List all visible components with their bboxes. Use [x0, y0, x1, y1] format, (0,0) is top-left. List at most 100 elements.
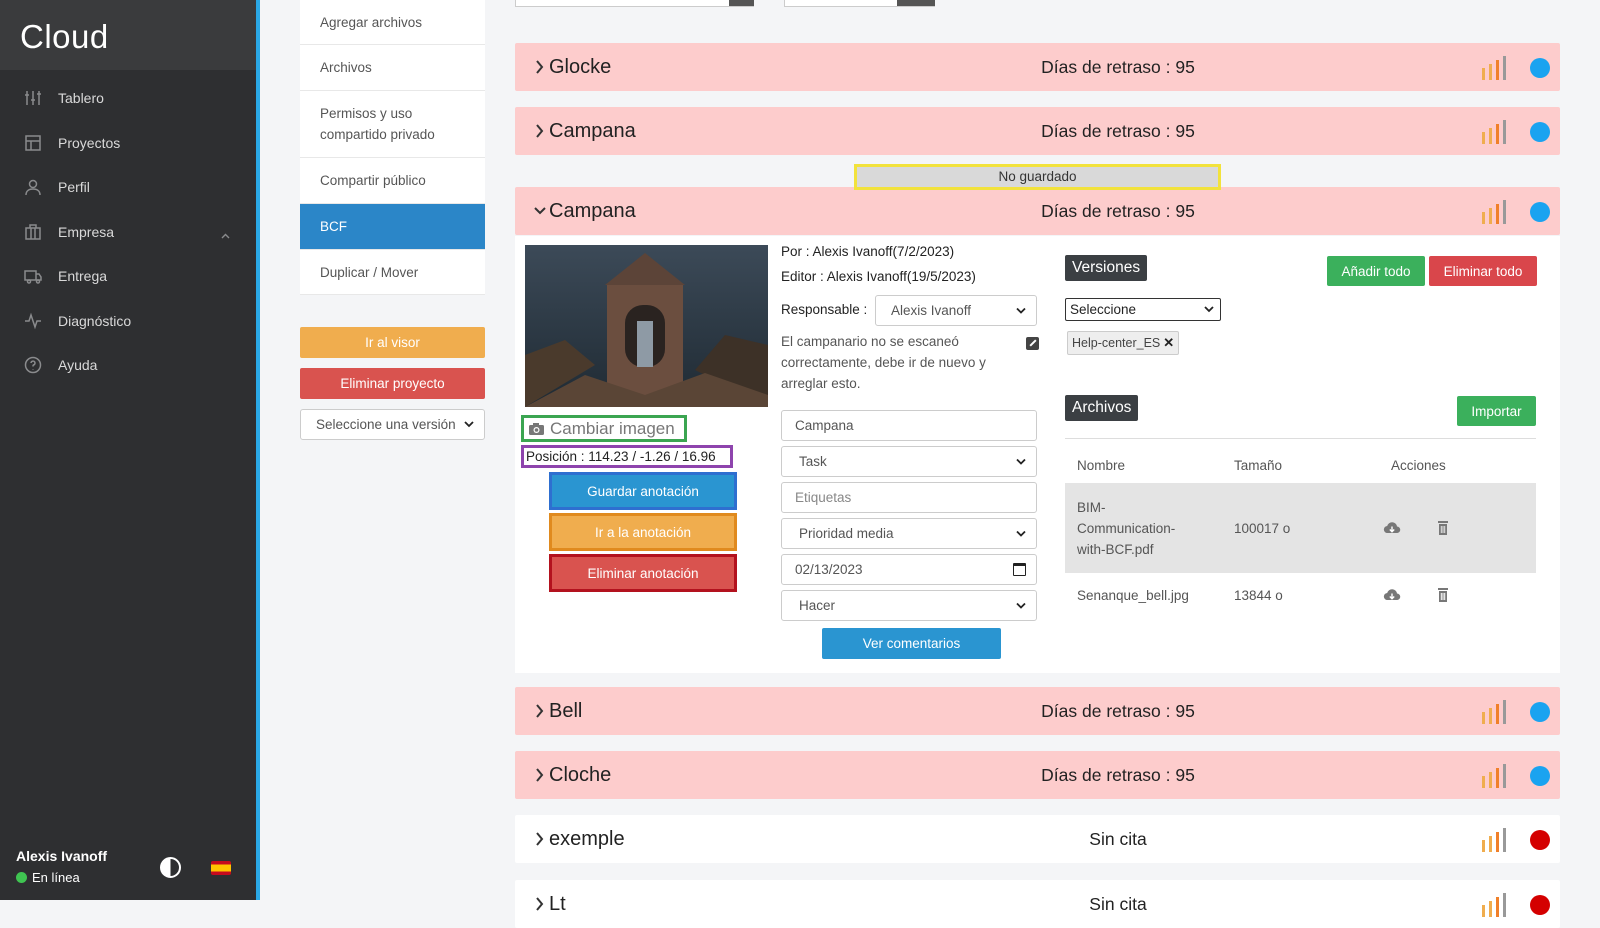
issue-row[interactable]: Bell Días de retraso : 95 — [515, 687, 1560, 735]
priority-bars-icon — [1482, 120, 1506, 144]
trash-icon[interactable] — [1434, 520, 1452, 536]
due-date-field[interactable]: 02/13/2023 — [781, 554, 1037, 585]
files-heading: Archivos — [1065, 395, 1139, 421]
priority-bars-icon — [1482, 893, 1506, 917]
issue-delay-status: Sin cita — [1089, 828, 1147, 849]
version-select-value: Seleccione una versión — [316, 417, 456, 432]
activity-icon — [24, 312, 42, 330]
spain-flag-icon[interactable] — [211, 861, 231, 875]
state-value: Hacer — [799, 598, 836, 613]
created-by-text: Por : Alexis Ivanoff(7/2/2023) — [781, 244, 955, 259]
import-button[interactable]: Importar — [1457, 396, 1536, 426]
issue-row[interactable]: Glocke Días de retraso : 95 — [515, 43, 1560, 91]
edit-icon[interactable] — [1026, 337, 1039, 350]
delete-project-button[interactable]: Eliminar proyecto — [300, 368, 485, 399]
issue-delay-status: Días de retraso : 95 — [1041, 200, 1195, 221]
tags-field[interactable]: Etiquetas — [781, 482, 1037, 513]
issue-row[interactable]: Lt Sin cita — [515, 880, 1560, 928]
submenu-agregar-archivos[interactable]: Agregar archivos — [300, 0, 485, 45]
issue-row[interactable]: Campana Días de retraso : 95 — [515, 107, 1560, 155]
type-value: Task — [799, 454, 827, 469]
type-select[interactable]: Task — [781, 446, 1037, 477]
cloud-download-icon[interactable] — [1383, 520, 1401, 536]
sidebar-item-label: Proyectos — [58, 134, 121, 151]
status-dot-icon — [1530, 58, 1550, 78]
column-header-actions: Acciones — [1391, 458, 1446, 473]
delete-annotation-button[interactable]: Eliminar anotación — [549, 554, 737, 592]
chevron-down-icon — [1204, 306, 1214, 313]
camera-icon — [529, 422, 544, 435]
remove-tag-icon[interactable]: ✕ — [1163, 335, 1174, 351]
versions-select[interactable]: Seleccione — [1065, 298, 1221, 321]
priority-bars-icon — [1482, 56, 1506, 80]
sidebar: Cloud Tablero Proyectos Perfil Empresa E… — [0, 0, 260, 900]
versions-select-value: Seleccione — [1070, 302, 1137, 317]
chevron-down-icon — [464, 421, 474, 428]
issue-row[interactable]: Cloche Días de retraso : 95 — [515, 751, 1560, 799]
priority-bars-icon — [1482, 700, 1506, 724]
user-status: En línea — [16, 870, 80, 885]
position-readout: Posición : 114.23 / -1.26 / 16.96 — [521, 445, 733, 468]
status-dot-icon — [1530, 830, 1550, 850]
help-icon — [24, 356, 42, 374]
search-input[interactable] — [515, 0, 754, 7]
file-name: BIM-Communication-with-BCF.pdf — [1077, 500, 1176, 557]
online-dot-icon — [16, 872, 27, 883]
sidebar-item-perfil[interactable]: Perfil — [0, 165, 256, 210]
responsible-value: Alexis Ivanoff — [891, 303, 972, 318]
filter-button[interactable] — [897, 0, 935, 6]
status-label: En línea — [32, 870, 80, 885]
change-image-button[interactable]: Cambiar imagen — [521, 415, 687, 442]
contrast-icon[interactable] — [160, 857, 181, 878]
issue-delay-status: Días de retraso : 95 — [1041, 764, 1195, 785]
user-icon — [24, 178, 42, 196]
sliders-icon — [24, 89, 42, 107]
sidebar-item-label: Tablero — [58, 90, 104, 107]
chevron-down-icon — [1016, 602, 1026, 609]
status-dot-icon — [1530, 122, 1550, 142]
issue-row[interactable]: exemple Sin cita — [515, 815, 1560, 863]
sidebar-item-entrega[interactable]: Entrega — [0, 254, 256, 299]
sidebar-item-proyectos[interactable]: Proyectos — [0, 121, 256, 166]
version-tag: Help-center_ES ✕ — [1067, 331, 1180, 355]
sidebar-item-empresa[interactable]: Empresa — [0, 210, 256, 255]
cloud-download-icon[interactable] — [1383, 587, 1401, 603]
priority-select[interactable]: Prioridad media — [781, 518, 1037, 549]
truck-icon — [24, 267, 42, 285]
table-row: Senanque_bell.jpg 13844 o — [1065, 573, 1536, 619]
sidebar-item-ayuda[interactable]: Ayuda — [0, 343, 256, 388]
priority-bars-icon — [1482, 828, 1506, 852]
go-to-annotation-button[interactable]: Ir a la anotación — [549, 513, 737, 551]
column-header-name: Nombre — [1077, 458, 1126, 473]
responsible-select[interactable]: Alexis Ivanoff — [875, 295, 1037, 326]
save-annotation-button[interactable]: Guardar anotación — [549, 472, 737, 510]
submenu-bcf[interactable]: BCF — [300, 204, 485, 250]
filter-input[interactable] — [784, 0, 935, 7]
add-all-button[interactable]: Añadir todo — [1327, 256, 1425, 286]
issue-delay-status: Días de retraso : 95 — [1041, 56, 1195, 77]
issue-row[interactable]: Campana Días de retraso : 95 — [515, 187, 1560, 235]
submenu-compartir-publico[interactable]: Compartir público — [300, 158, 485, 204]
issue-delay-status: Días de retraso : 95 — [1041, 700, 1195, 721]
issue-snapshot-image — [525, 245, 768, 407]
view-comments-button[interactable]: Ver comentarios — [822, 628, 1001, 659]
trash-icon[interactable] — [1434, 587, 1452, 603]
sidebar-item-label: Perfil — [58, 179, 90, 196]
change-image-label: Cambiar imagen — [550, 418, 675, 438]
issue-description: El campanario no se escaneó correctament… — [781, 334, 986, 391]
brand-logo: Cloud — [0, 0, 256, 70]
sidebar-item-tablero[interactable]: Tablero — [0, 76, 256, 121]
delete-all-button[interactable]: Eliminar todo — [1429, 256, 1537, 286]
chevron-up-icon — [221, 226, 230, 242]
search-button[interactable] — [729, 0, 754, 6]
submenu-duplicar-mover[interactable]: Duplicar / Mover — [300, 250, 485, 295]
go-to-viewer-button[interactable]: Ir al visor — [300, 327, 485, 358]
not-saved-banner: No guardado — [854, 164, 1221, 190]
submenu-archivos[interactable]: Archivos — [300, 45, 485, 91]
version-select[interactable]: Seleccione una versión — [300, 409, 485, 440]
calendar-icon[interactable] — [1013, 563, 1026, 576]
sidebar-item-diagnostico[interactable]: Diagnóstico — [0, 299, 256, 344]
title-field[interactable]: Campana — [781, 410, 1037, 441]
submenu-permisos[interactable]: Permisos y uso compartido privado — [300, 91, 485, 158]
state-select[interactable]: Hacer — [781, 590, 1037, 621]
